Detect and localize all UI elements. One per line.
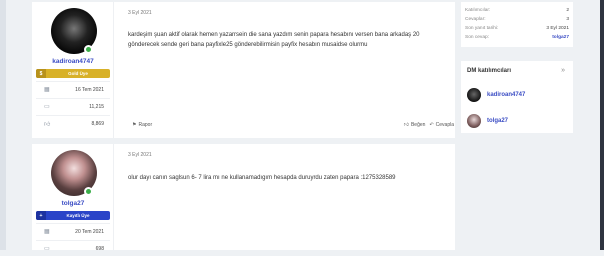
- message-count-stat: ▭ 698: [36, 240, 110, 256]
- post-date[interactable]: 3 Eyl 2021: [128, 10, 152, 16]
- last-reply-date-label: Son yanıt tarihi:: [465, 26, 499, 31]
- reply-button[interactable]: ↶ Cevapla: [429, 122, 454, 128]
- reaction-score-value: 8,869: [91, 120, 104, 127]
- left-edge: [0, 0, 6, 250]
- badge-label: Kayıtlı Üye: [66, 213, 90, 218]
- participants-label: Katılımcılar:: [465, 8, 491, 13]
- online-status-icon: [84, 45, 93, 54]
- badge-icon: $: [36, 69, 46, 78]
- post-actions: ⚑ Rapor 👍︎ Beğen ↶ Cevapla: [128, 122, 454, 128]
- username-link[interactable]: kadiroan4747: [32, 58, 114, 65]
- report-button[interactable]: ⚑ Rapor: [132, 122, 152, 128]
- post-message: olur dayı canın saglsun 6- 7 lira mı ne …: [128, 175, 396, 181]
- dm-participants-box: DM katılımcıları » kadiroan4747 tolga27: [461, 61, 573, 133]
- messages-icon: ▭: [44, 104, 50, 110]
- user-title-badge: + Kayıtlı Üye: [36, 211, 110, 220]
- message-count-stat: ▭ 11,215: [36, 98, 110, 114]
- username-link[interactable]: tolga27: [32, 200, 114, 207]
- last-reply-user-link[interactable]: tolga27: [552, 33, 569, 42]
- dm-participants-title: DM katılımcıları: [467, 68, 512, 74]
- post-date[interactable]: 3 Eyl 2021: [128, 152, 152, 158]
- replies-value: 3: [566, 17, 569, 22]
- join-date-stat: ▦ 16 Tem 2021: [36, 81, 110, 97]
- like-label: Beğen: [410, 122, 426, 128]
- last-reply-user-label: Son cevap:: [465, 35, 490, 40]
- dm-participant[interactable]: kadiroan4747: [467, 88, 567, 102]
- join-date-value: 16 Tem 2021: [75, 86, 104, 93]
- scrollbar[interactable]: [600, 0, 604, 250]
- participant-name[interactable]: kadiroan4747: [487, 92, 525, 98]
- calendar-icon: ▦: [44, 229, 50, 235]
- like-button[interactable]: 👍︎ Beğen: [404, 122, 426, 128]
- reply-icon: ↶: [429, 122, 434, 128]
- post-message: kardeşim şuan aktif olarak hemen yazarrs…: [128, 32, 420, 48]
- last-reply-user-row: Son cevap: tolga27: [465, 33, 569, 42]
- collapse-toggle-icon[interactable]: »: [561, 67, 565, 74]
- participants-row: Katılımcılar: 2: [465, 6, 569, 15]
- user-add-icon: +: [36, 211, 46, 220]
- replies-row: Cevaplar: 3: [465, 15, 569, 24]
- reply-label: Cevapla: [435, 122, 454, 128]
- calendar-icon: ▦: [44, 87, 50, 93]
- avatar[interactable]: [467, 114, 481, 128]
- messages-icon: ▭: [44, 246, 50, 252]
- message-count-value: 698: [95, 245, 104, 252]
- join-date-value: 20 Tem 2021: [75, 228, 104, 235]
- participant-name[interactable]: tolga27: [487, 118, 508, 124]
- thread-info-box: Katılımcılar: 2 Cevaplar: 3 Son yanıt ta…: [461, 2, 573, 47]
- post-user-info: kadiroan4747 $ Gold Üye ▦ 16 Tem 2021 ▭ …: [32, 2, 114, 138]
- join-date-stat: ▦ 20 Tem 2021: [36, 223, 110, 239]
- thumbs-up-icon: 👍︎: [403, 122, 409, 128]
- report-label: Rapor: [138, 122, 153, 128]
- last-reply-date-value: 3 Eyl 2021: [546, 26, 569, 31]
- online-status-icon: [84, 187, 93, 196]
- post: kadiroan4747 $ Gold Üye ▦ 16 Tem 2021 ▭ …: [32, 2, 455, 138]
- badge-label: Gold Üye: [68, 71, 88, 76]
- dm-participant[interactable]: tolga27: [467, 114, 567, 128]
- last-reply-date-row: Son yanıt tarihi: 3 Eyl 2021: [465, 24, 569, 33]
- thumbs-up-icon: 👍︎: [44, 121, 51, 128]
- post: tolga27 + Kayıtlı Üye ▦ 20 Tem 2021 ▭ 69…: [32, 144, 455, 252]
- user-title-badge: $ Gold Üye: [36, 69, 110, 78]
- participants-value: 2: [566, 8, 569, 13]
- reaction-score-stat: 👍︎ 8,869: [36, 115, 110, 131]
- flag-icon: ⚑: [132, 122, 137, 128]
- message-count-value: 11,215: [89, 103, 104, 110]
- post-user-info: tolga27 + Kayıtlı Üye ▦ 20 Tem 2021 ▭ 69…: [32, 144, 114, 252]
- replies-label: Cevaplar:: [465, 17, 486, 22]
- avatar[interactable]: [467, 88, 481, 102]
